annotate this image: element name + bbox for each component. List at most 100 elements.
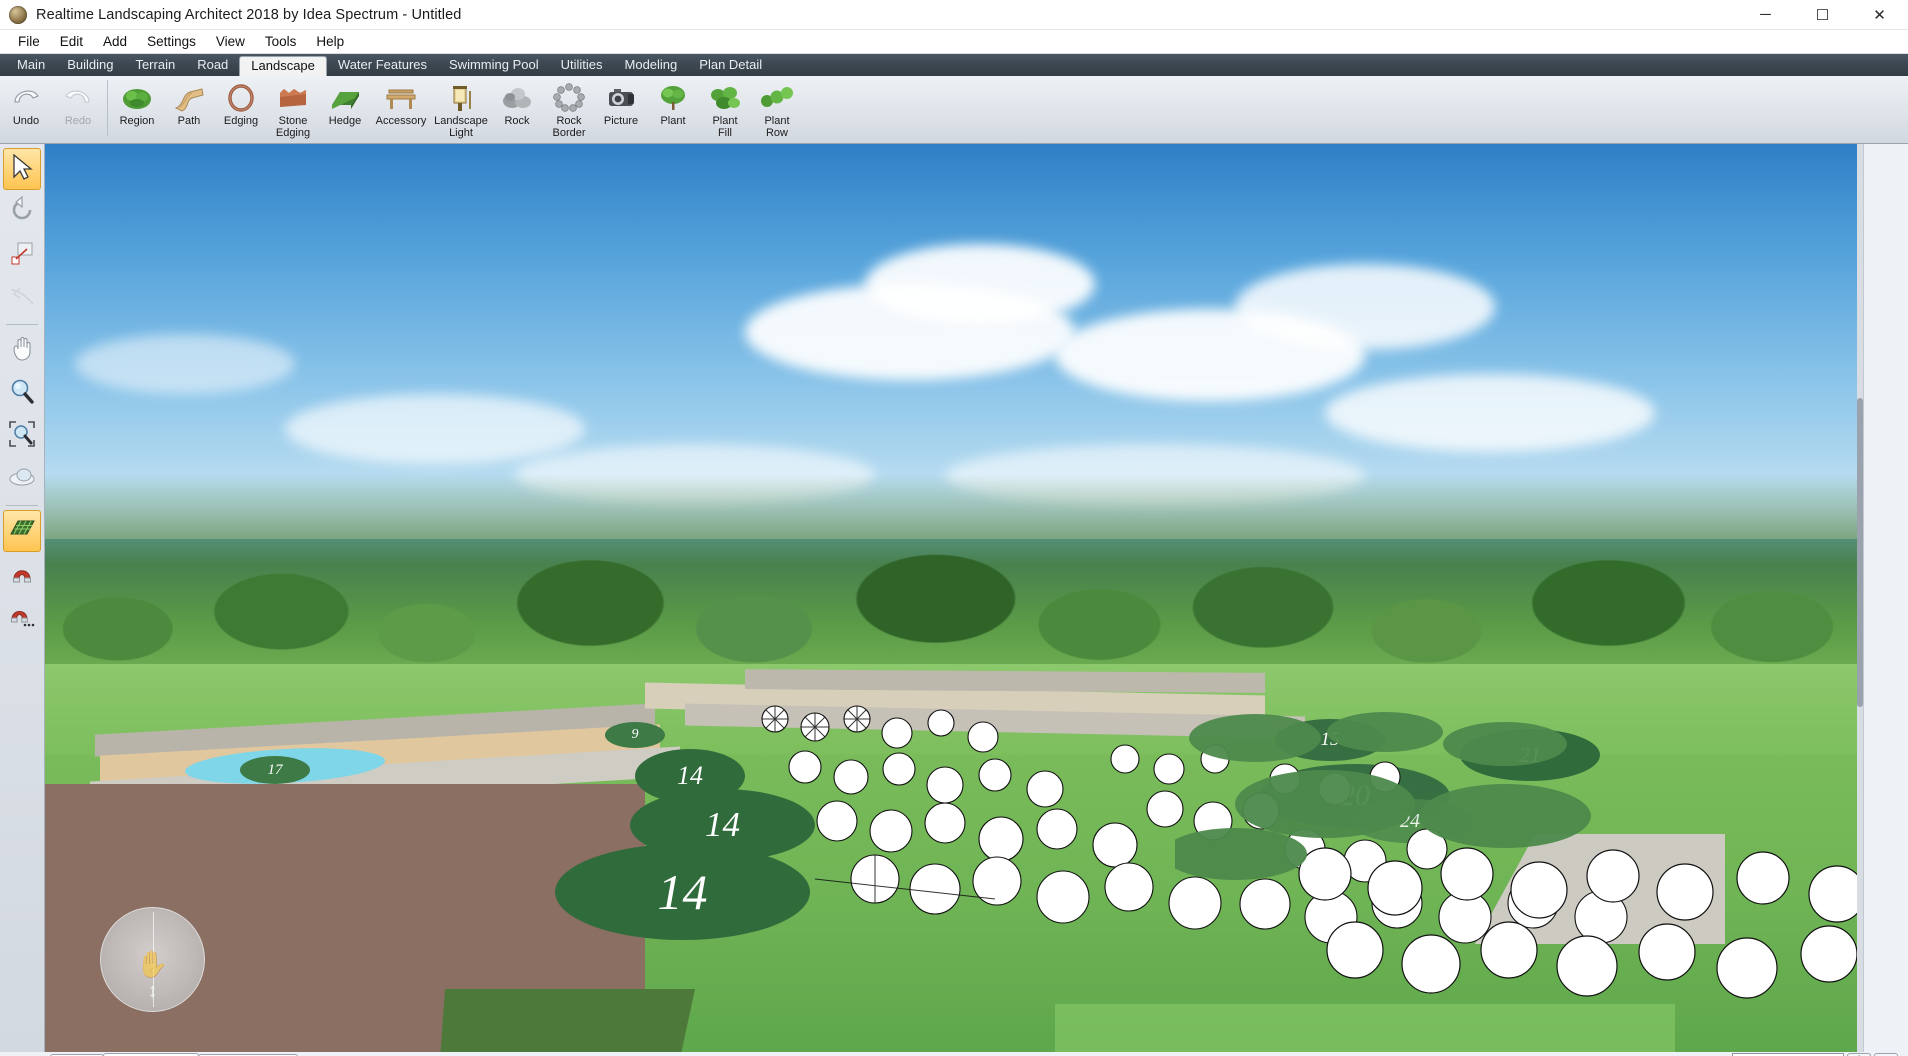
landscape-toolbar: Undo Redo Region Path Edging Stone Edgin… [0, 76, 1908, 144]
grid-toggle[interactable] [3, 510, 41, 552]
landscape-light-label: Landscape Light [434, 115, 488, 139]
rotate-tool[interactable] [3, 191, 41, 233]
cursor-arrow-icon [9, 153, 35, 186]
region-label: Region [119, 115, 155, 127]
path-icon [172, 81, 206, 115]
plant-fill-button[interactable]: Plant Fill [699, 76, 751, 142]
hand-icon [8, 334, 36, 367]
left-tool-palette [0, 144, 45, 1052]
menu-item-file[interactable]: File [8, 31, 50, 52]
ribbon-tab-utilities[interactable]: Utilities [550, 55, 614, 76]
dark-green-region [435, 989, 695, 1052]
history-group: Undo Redo [0, 76, 104, 144]
ribbon-tab-main[interactable]: Main [6, 55, 56, 76]
plant-button[interactable]: Plant [647, 76, 699, 142]
ribbon-tab-terrain[interactable]: Terrain [124, 55, 186, 76]
rock-border-label: Rock Border [552, 115, 586, 139]
menu-item-add[interactable]: Add [93, 31, 137, 52]
rock-button[interactable]: Rock [491, 76, 543, 142]
accessory-button[interactable]: Accessory [371, 76, 431, 142]
accessory-bench-icon [383, 81, 419, 115]
plant-icon [656, 81, 690, 115]
stone-edging-button[interactable]: Stone Edging [267, 76, 319, 142]
title-bar: Realtime Landscaping Architect 2018 by I… [0, 0, 1908, 30]
cloud [285, 394, 585, 464]
hand-icon: ✋ [136, 949, 169, 980]
palette-divider [6, 324, 38, 325]
toolbar-divider [107, 80, 108, 136]
compass-down-arrow[interactable]: ↕ [148, 980, 158, 1003]
picture-button[interactable]: Picture [595, 76, 647, 142]
plant-label-text: 14 [705, 805, 740, 844]
scrollbar-thumb[interactable] [1857, 398, 1863, 707]
curve-edit-icon [8, 282, 36, 315]
plant-row-label: Plant Row [764, 115, 790, 139]
landscape-light-icon [443, 81, 479, 115]
view-tab-bar: Plan Perspective Walkthrough Layer 1 ∨ [0, 1052, 1908, 1056]
menu-item-view[interactable]: View [206, 31, 255, 52]
hedge-button[interactable]: Hedge [319, 76, 371, 142]
window-controls: ─ ☐ ✕ [1737, 0, 1908, 30]
region-shrub-icon [120, 81, 154, 115]
edging-button[interactable]: Edging [215, 76, 267, 142]
plant-label-text: 9 [631, 727, 639, 742]
region-button[interactable]: Region [111, 76, 163, 142]
menu-bar: File Edit Add Settings View Tools Help [0, 30, 1908, 54]
select-tool[interactable] [3, 148, 41, 190]
ribbon-tab-landscape[interactable]: Landscape [239, 56, 327, 77]
window-title: Realtime Landscaping Architect 2018 by I… [36, 6, 462, 23]
resize-tool[interactable] [3, 234, 41, 276]
ribbon-tab-plan-detail[interactable]: Plan Detail [688, 55, 773, 76]
menu-item-edit[interactable]: Edit [50, 31, 93, 52]
perspective-viewport[interactable]: 14 14 14 15 20 21 24 9 17 [45, 144, 1863, 1052]
hedge-icon [328, 81, 362, 115]
ribbon-tab-water-features[interactable]: Water Features [327, 55, 438, 76]
edging-label: Edging [223, 115, 259, 127]
zoom-window-tool[interactable] [3, 415, 41, 457]
orbit-tool[interactable] [3, 458, 41, 500]
cloud [865, 244, 1095, 324]
ribbon-tab-swimming-pool[interactable]: Swimming Pool [438, 55, 550, 76]
undo-label: Undo [12, 115, 40, 127]
magnifier-icon [8, 377, 36, 410]
menu-item-settings[interactable]: Settings [137, 31, 206, 52]
path-button[interactable]: Path [163, 76, 215, 142]
plant-label-bubble[interactable]: 9 [605, 722, 665, 748]
zoom-tool[interactable] [3, 372, 41, 414]
shrub-ellipse-group [1175, 712, 1591, 880]
viewport-scrollbar[interactable] [1857, 144, 1863, 1052]
undo-arrow-icon [9, 81, 43, 115]
plant-label-text: 17 [267, 761, 283, 778]
maximize-button[interactable]: ☐ [1794, 0, 1851, 30]
plant-fill-label: Plant Fill [712, 115, 738, 139]
snap-magnet-options[interactable] [3, 596, 41, 638]
redo-label: Redo [64, 115, 92, 127]
path-label: Path [177, 115, 201, 127]
plant-label-bubble[interactable]: 17 [240, 756, 310, 784]
app-globe-icon [9, 5, 27, 24]
menu-item-tools[interactable]: Tools [255, 31, 307, 52]
cloud [1325, 374, 1655, 452]
redo-button[interactable]: Redo [52, 76, 104, 142]
minimize-button[interactable]: ─ [1737, 0, 1794, 30]
ribbon-tab-building[interactable]: Building [56, 55, 124, 76]
plant-row-button[interactable]: Plant Row [751, 76, 803, 142]
curve-tool[interactable] [3, 277, 41, 319]
pan-tool[interactable] [3, 329, 41, 371]
right-pane [1863, 144, 1908, 1052]
landscape-light-button[interactable]: Landscape Light [431, 76, 491, 142]
rock-icon [500, 81, 534, 115]
snap-magnet[interactable] [3, 553, 41, 595]
close-button[interactable]: ✕ [1851, 0, 1908, 30]
menu-item-help[interactable]: Help [306, 31, 354, 52]
rock-border-button[interactable]: Rock Border [543, 76, 595, 142]
undo-button[interactable]: Undo [0, 76, 52, 142]
redo-arrow-icon [61, 81, 95, 115]
ribbon-tab-road[interactable]: Road [186, 55, 239, 76]
stone-edging-icon [276, 81, 310, 115]
navigation-compass[interactable]: ✋ ↕ [100, 907, 205, 1012]
ribbon-tab-modeling[interactable]: Modeling [614, 55, 689, 76]
stone-edging-label: Stone Edging [275, 115, 311, 139]
plant-label-text: 14 [657, 864, 708, 920]
orbit-icon [8, 463, 36, 496]
